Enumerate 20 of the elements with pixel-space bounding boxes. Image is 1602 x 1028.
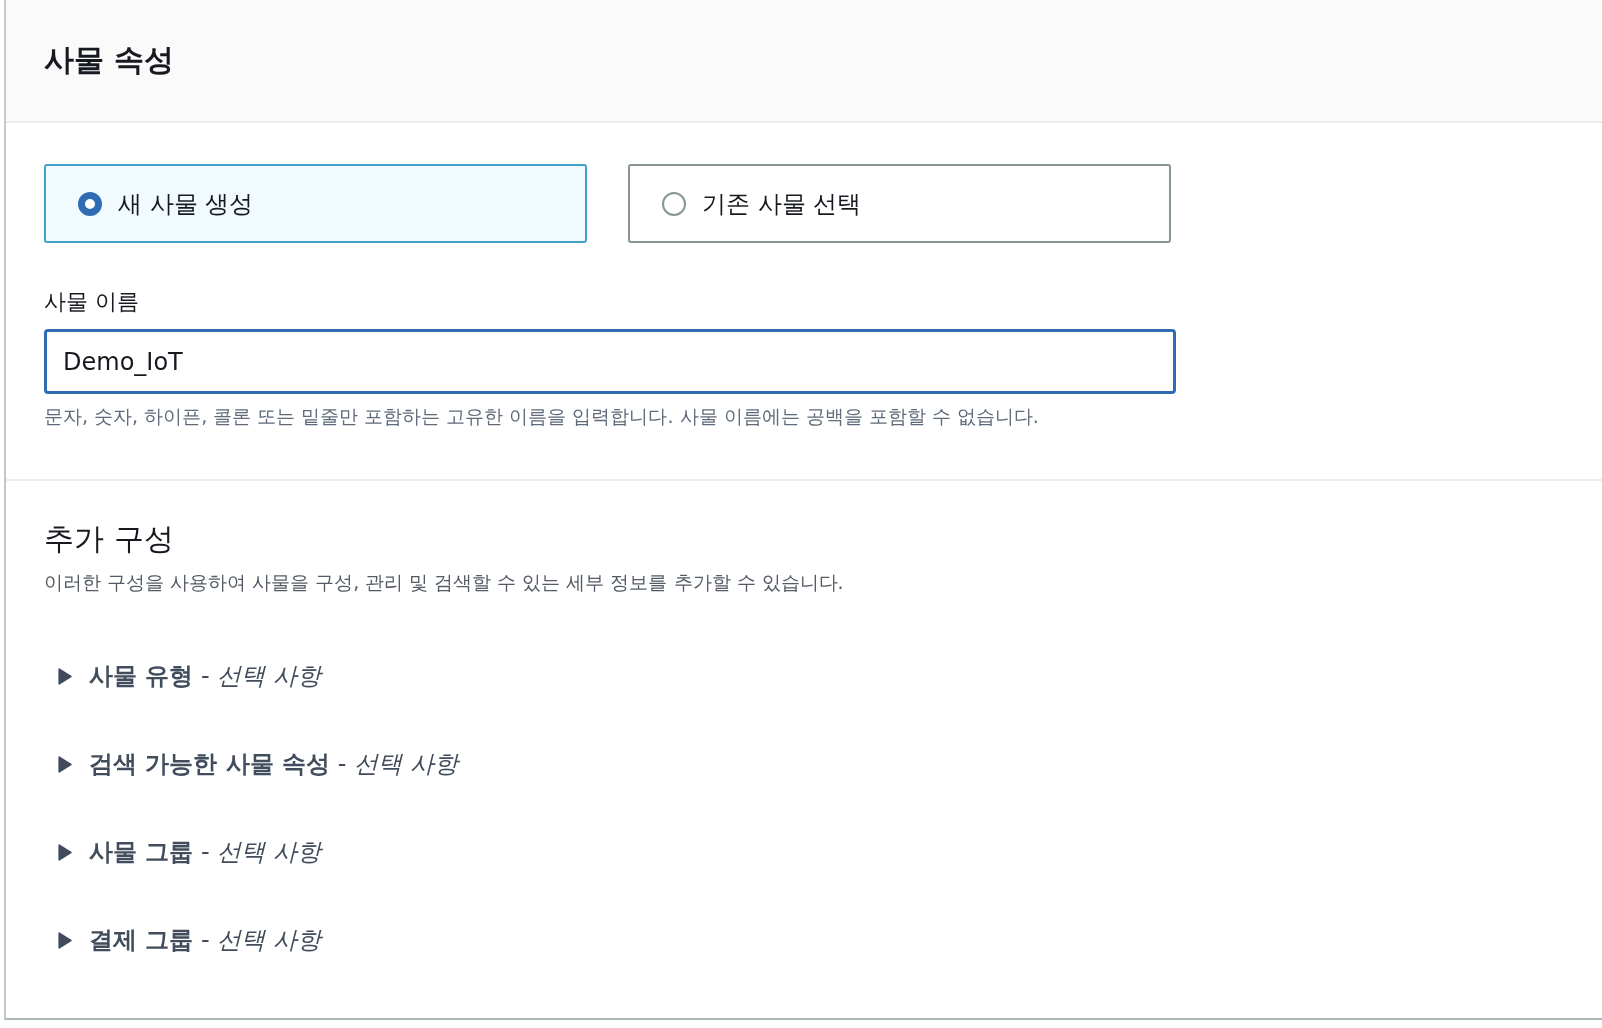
expandable-section-header[interactable]: 검색 가능한 사물 속성 - 선택 사항 bbox=[89, 748, 458, 780]
field-label: 사물 이름 bbox=[44, 288, 140, 316]
radio-option-tile[interactable]: 기존 사물 선택 bbox=[628, 164, 1171, 243]
name-input-field[interactable]: Demo_IoT bbox=[44, 329, 1176, 394]
panel-title: 사물 속성 bbox=[44, 41, 175, 79]
radio-option-tile[interactable]: 새 사물 생성 bbox=[44, 164, 587, 243]
radio-button[interactable] bbox=[662, 191, 686, 216]
section-title: 추가 구성 bbox=[44, 520, 175, 558]
expandable-section-header[interactable]: 사물 그룹 - 선택 사항 bbox=[89, 836, 321, 868]
caret-icon[interactable] bbox=[56, 667, 73, 685]
expandable-section-header[interactable]: 사물 유형 - 선택 사항 bbox=[89, 660, 321, 692]
radio-label: 기존 사물 선택 bbox=[702, 188, 862, 220]
radio-button[interactable] bbox=[78, 191, 102, 216]
radio-label: 새 사물 생성 bbox=[118, 188, 254, 220]
caret-icon[interactable] bbox=[56, 843, 73, 861]
section-description: 이러한 구성을 사용하여 사물을 구성, 관리 및 검색할 수 있는 세부 정보를 추가할 수 있습니다. bbox=[44, 570, 845, 595]
caret-icon[interactable] bbox=[56, 755, 73, 773]
expandable-section-header[interactable]: 결제 그룹 - 선택 사항 bbox=[89, 924, 321, 956]
caret-icon[interactable] bbox=[56, 931, 73, 949]
field-hint: 문자, 숫자, 하이픈, 콜론 또는 밑줄만 포함하는 고유한 이름을 입력합니다. 사물 이름에는 공백을 포함할 수 없습니다. bbox=[44, 404, 1040, 429]
